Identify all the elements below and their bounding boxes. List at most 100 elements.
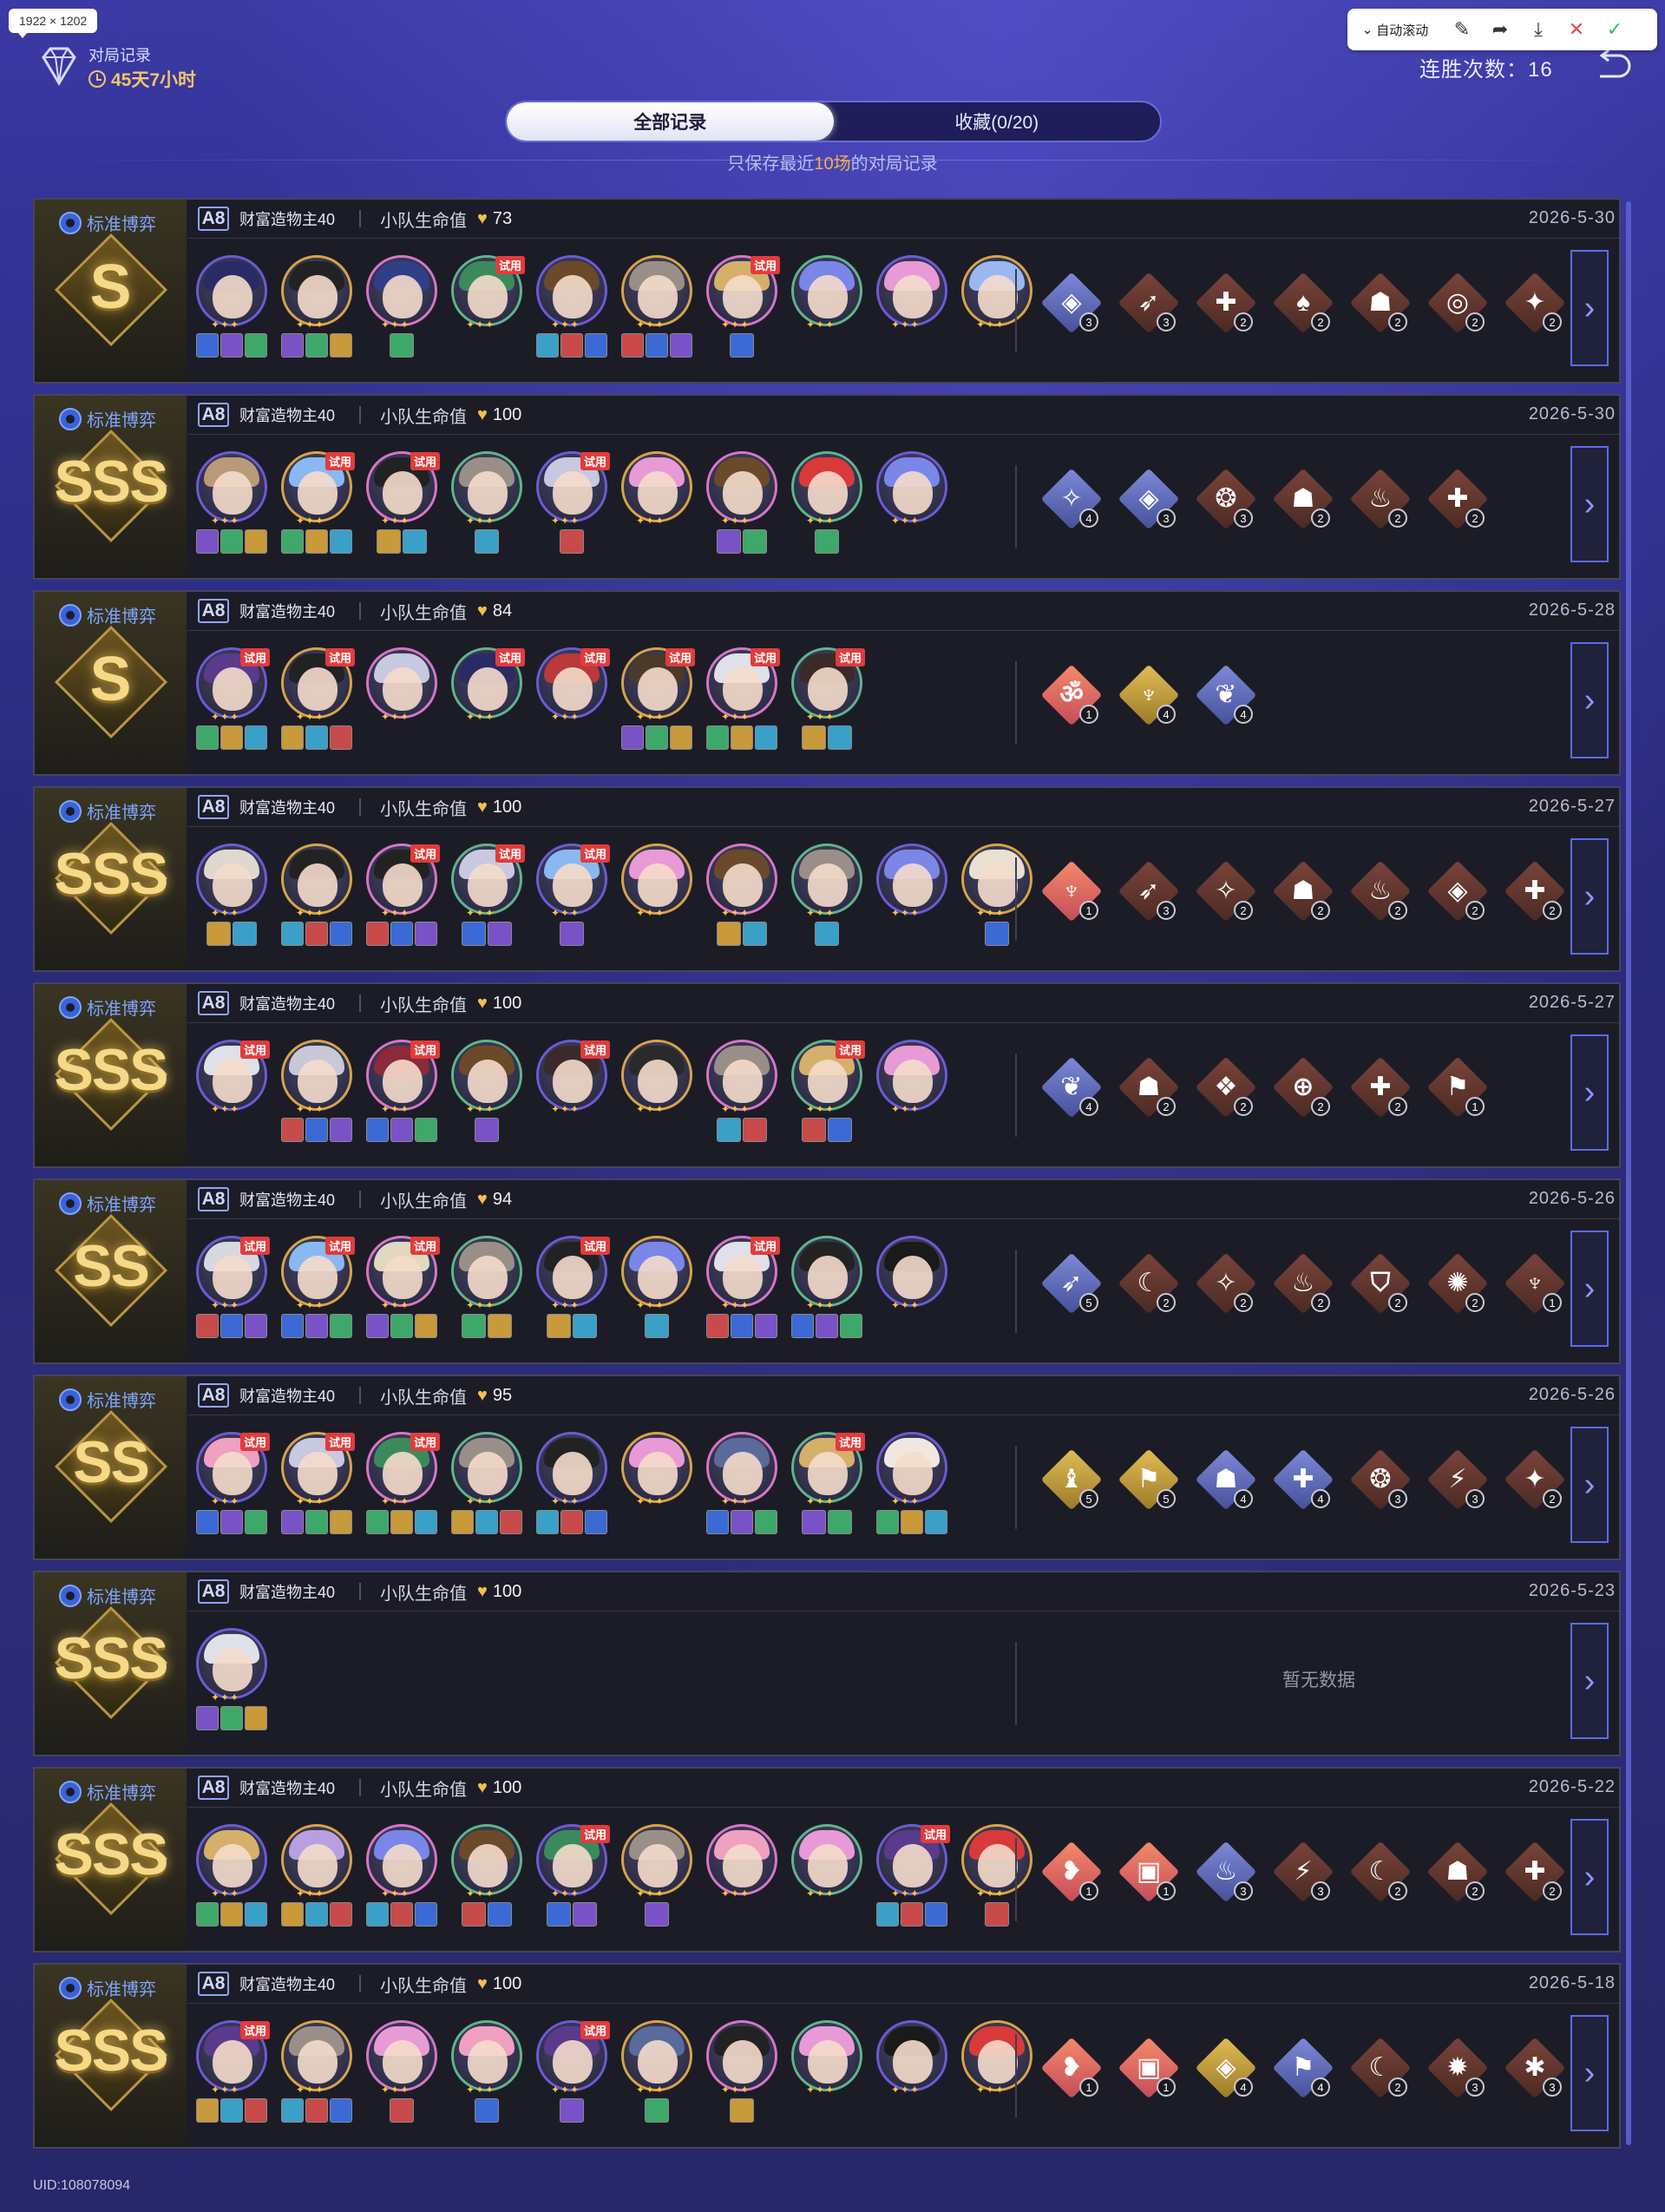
character[interactable]: ✦✦✦ — [196, 843, 267, 948]
path-badge[interactable]: ▣ 1 — [1117, 2036, 1180, 2099]
path-badge[interactable]: ✚ 2 — [1503, 1840, 1566, 1903]
check-icon[interactable]: ✓ — [1596, 10, 1634, 49]
path-badge[interactable]: ☾ 2 — [1117, 1251, 1180, 1315]
path-badge[interactable]: ⚑ 5 — [1117, 1447, 1180, 1511]
character[interactable]: ✦✦✦ — [281, 2020, 352, 2124]
path-badge[interactable]: ✱ 3 — [1503, 2036, 1566, 2099]
character[interactable]: 试用 ✦✦✦ — [281, 647, 355, 752]
chevron-right-icon[interactable]: › — [1570, 2015, 1609, 2131]
path-badge[interactable]: ✚ 4 — [1271, 1447, 1334, 1511]
chevron-right-icon[interactable]: › — [1570, 642, 1609, 758]
character[interactable]: ✦✦✦ — [281, 843, 352, 948]
character[interactable]: ✦✦✦ — [366, 255, 437, 359]
character[interactable]: ✦✦✦ — [451, 1236, 522, 1340]
character[interactable]: 试用 ✦✦✦ — [281, 1432, 355, 1536]
character[interactable]: ✦✦✦ — [876, 255, 947, 359]
record-row[interactable]: 标准博弈 S A8 财富造物主40 小队生命值 ♥ 84 2026-5-28 试用 ✦✦✦ 试用 ✦✦… — [33, 590, 1621, 776]
character[interactable]: ✦✦✦ — [961, 255, 1032, 359]
chevron-right-icon[interactable]: › — [1570, 1034, 1609, 1151]
character[interactable]: ✦✦✦ — [706, 1040, 777, 1144]
character[interactable]: ✦✦✦ — [196, 1628, 267, 1732]
path-badge[interactable]: ✚ 2 — [1348, 1055, 1412, 1119]
chevron-right-icon[interactable]: › — [1570, 838, 1609, 955]
character[interactable]: ✦✦✦ — [791, 255, 862, 359]
character[interactable]: ✦✦✦ — [366, 1824, 437, 1928]
character[interactable]: ✦✦✦ — [791, 1236, 862, 1340]
record-row[interactable]: 标准博弈 S A8 财富造物主40 小队生命值 ♥ 73 2026-5-30 ✦✦✦ ✦✦✦ ✦✦✦… — [33, 198, 1621, 384]
tab-all-records[interactable]: 全部记录 — [507, 102, 834, 141]
character[interactable]: 试用 ✦✦✦ — [791, 1432, 865, 1536]
character[interactable]: ✦✦✦ — [876, 1432, 947, 1536]
download-icon[interactable]: ⤓ — [1519, 10, 1557, 49]
path-badge[interactable]: ✧ 4 — [1039, 467, 1103, 530]
character[interactable]: 试用 ✦✦✦ — [451, 843, 525, 948]
character[interactable]: ✦✦✦ — [621, 1824, 692, 1928]
record-row[interactable]: 标准博弈 SSS A8 财富造物主40 小队生命值 ♥ 100 2026-5-23 ✦✦✦ 暂无数… — [33, 1571, 1621, 1756]
character[interactable]: 试用 ✦✦✦ — [451, 255, 525, 359]
character[interactable]: 试用 ✦✦✦ — [536, 1040, 610, 1144]
path-badge[interactable]: ⚡ 3 — [1426, 1447, 1489, 1511]
share-icon[interactable]: ➦ — [1481, 10, 1519, 49]
character[interactable]: ✦✦✦ — [621, 1432, 692, 1536]
character[interactable]: ✦✦✦ — [196, 255, 267, 359]
close-icon[interactable]: ✕ — [1557, 10, 1596, 49]
chevron-right-icon[interactable]: › — [1570, 446, 1609, 562]
character[interactable]: ✦✦✦ — [706, 451, 777, 555]
character[interactable]: 试用 ✦✦✦ — [536, 1824, 610, 1928]
character[interactable]: ✦✦✦ — [451, 451, 522, 555]
scrollbar[interactable] — [1626, 201, 1631, 2145]
character[interactable]: 试用 ✦✦✦ — [366, 843, 440, 948]
character[interactable]: ✦✦✦ — [196, 1824, 267, 1928]
path-badge[interactable]: ⊕ 2 — [1271, 1055, 1334, 1119]
chevron-right-icon[interactable]: › — [1570, 1819, 1609, 1935]
chevron-right-icon[interactable]: › — [1570, 250, 1609, 366]
path-badge[interactable]: ⚑ 1 — [1426, 1055, 1489, 1119]
path-badge[interactable]: ❦ 4 — [1039, 1055, 1103, 1119]
character[interactable]: 试用 ✦✦✦ — [281, 451, 355, 555]
character[interactable]: ✦✦✦ — [621, 255, 692, 359]
character[interactable]: ✦✦✦ — [281, 1040, 352, 1144]
character[interactable]: 试用 ✦✦✦ — [196, 1432, 270, 1536]
character[interactable]: 试用 ✦✦✦ — [791, 1040, 865, 1144]
path-badge[interactable]: ♠ 2 — [1271, 271, 1334, 334]
character[interactable]: 试用 ✦✦✦ — [706, 647, 780, 752]
character[interactable]: ✦✦✦ — [876, 1040, 947, 1144]
character[interactable]: ✦✦✦ — [876, 2020, 947, 2124]
path-badge[interactable]: ➶ 5 — [1039, 1251, 1103, 1315]
character[interactable]: 试用 ✦✦✦ — [706, 1236, 780, 1340]
character[interactable]: 试用 ✦✦✦ — [706, 255, 780, 359]
path-badge[interactable]: ◈ 2 — [1426, 859, 1489, 922]
path-badge[interactable]: ♆ 4 — [1117, 663, 1180, 726]
character[interactable]: ✦✦✦ — [876, 451, 947, 555]
record-row[interactable]: 标准博弈 SSS A8 财富造物主40 小队生命值 ♥ 100 2026-5-18 试用 ✦✦✦ ✦… — [33, 1963, 1621, 2149]
character[interactable]: ✦✦✦ — [621, 1236, 692, 1340]
path-badge[interactable]: ❥ 1 — [1039, 1840, 1103, 1903]
path-badge[interactable]: ⛉ 2 — [1348, 1251, 1412, 1315]
path-badge[interactable]: ✺ 2 — [1426, 1251, 1489, 1315]
path-badge[interactable]: ☗ 2 — [1348, 271, 1412, 334]
character[interactable]: ✦✦✦ — [791, 451, 862, 555]
character[interactable]: ✦✦✦ — [536, 1432, 607, 1536]
path-badge[interactable]: ☗ 4 — [1194, 1447, 1257, 1511]
chevron-right-icon[interactable]: › — [1570, 1623, 1609, 1739]
path-badge[interactable]: ◎ 2 — [1426, 271, 1489, 334]
path-badge[interactable]: ◈ 3 — [1039, 271, 1103, 334]
character[interactable]: ✦✦✦ — [196, 451, 267, 555]
path-badge[interactable]: ♨ 2 — [1271, 1251, 1334, 1315]
character[interactable]: ✦✦✦ — [961, 1824, 1032, 1928]
path-badge[interactable]: ☾ 2 — [1348, 2036, 1412, 2099]
character[interactable]: 试用 ✦✦✦ — [366, 1040, 440, 1144]
record-row[interactable]: 标准博弈 SSS A8 财富造物主40 小队生命值 ♥ 100 2026-5-30 ✦✦✦ 试用 ✦… — [33, 394, 1621, 580]
path-badge[interactable]: ❦ 4 — [1194, 663, 1257, 726]
character[interactable]: ✦✦✦ — [621, 1040, 692, 1144]
path-badge[interactable]: ⚑ 4 — [1271, 2036, 1334, 2099]
character[interactable]: ✦✦✦ — [876, 843, 947, 948]
path-badge[interactable]: ☗ 2 — [1117, 1055, 1180, 1119]
path-badge[interactable]: ✚ 2 — [1426, 467, 1489, 530]
character[interactable]: 试用 ✦✦✦ — [196, 1040, 270, 1144]
record-row[interactable]: 标准博弈 SS A8 财富造物主40 小队生命值 ♥ 94 2026-5-26 试用 ✦✦✦ 试用 ✦… — [33, 1178, 1621, 1364]
path-badge[interactable]: ➶ 3 — [1117, 859, 1180, 922]
chevron-right-icon[interactable]: › — [1570, 1231, 1609, 1347]
path-badge[interactable]: ◈ 4 — [1194, 2036, 1257, 2099]
character[interactable]: 试用 ✦✦✦ — [876, 1824, 950, 1928]
